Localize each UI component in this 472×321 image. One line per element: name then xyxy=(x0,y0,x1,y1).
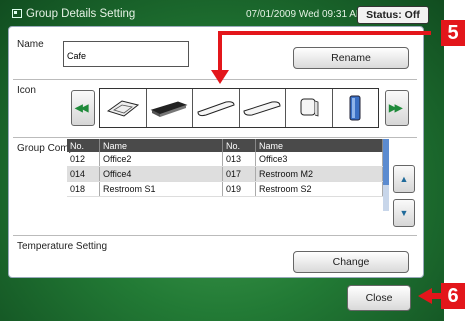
callout-5-line xyxy=(218,31,431,74)
callout-6-arrowhead xyxy=(418,288,432,304)
callout-arrows xyxy=(211,31,444,304)
step-5-callout: 5 xyxy=(441,20,465,46)
step-6-callout: 6 xyxy=(441,283,465,309)
callout-5-arrowhead xyxy=(211,70,229,84)
